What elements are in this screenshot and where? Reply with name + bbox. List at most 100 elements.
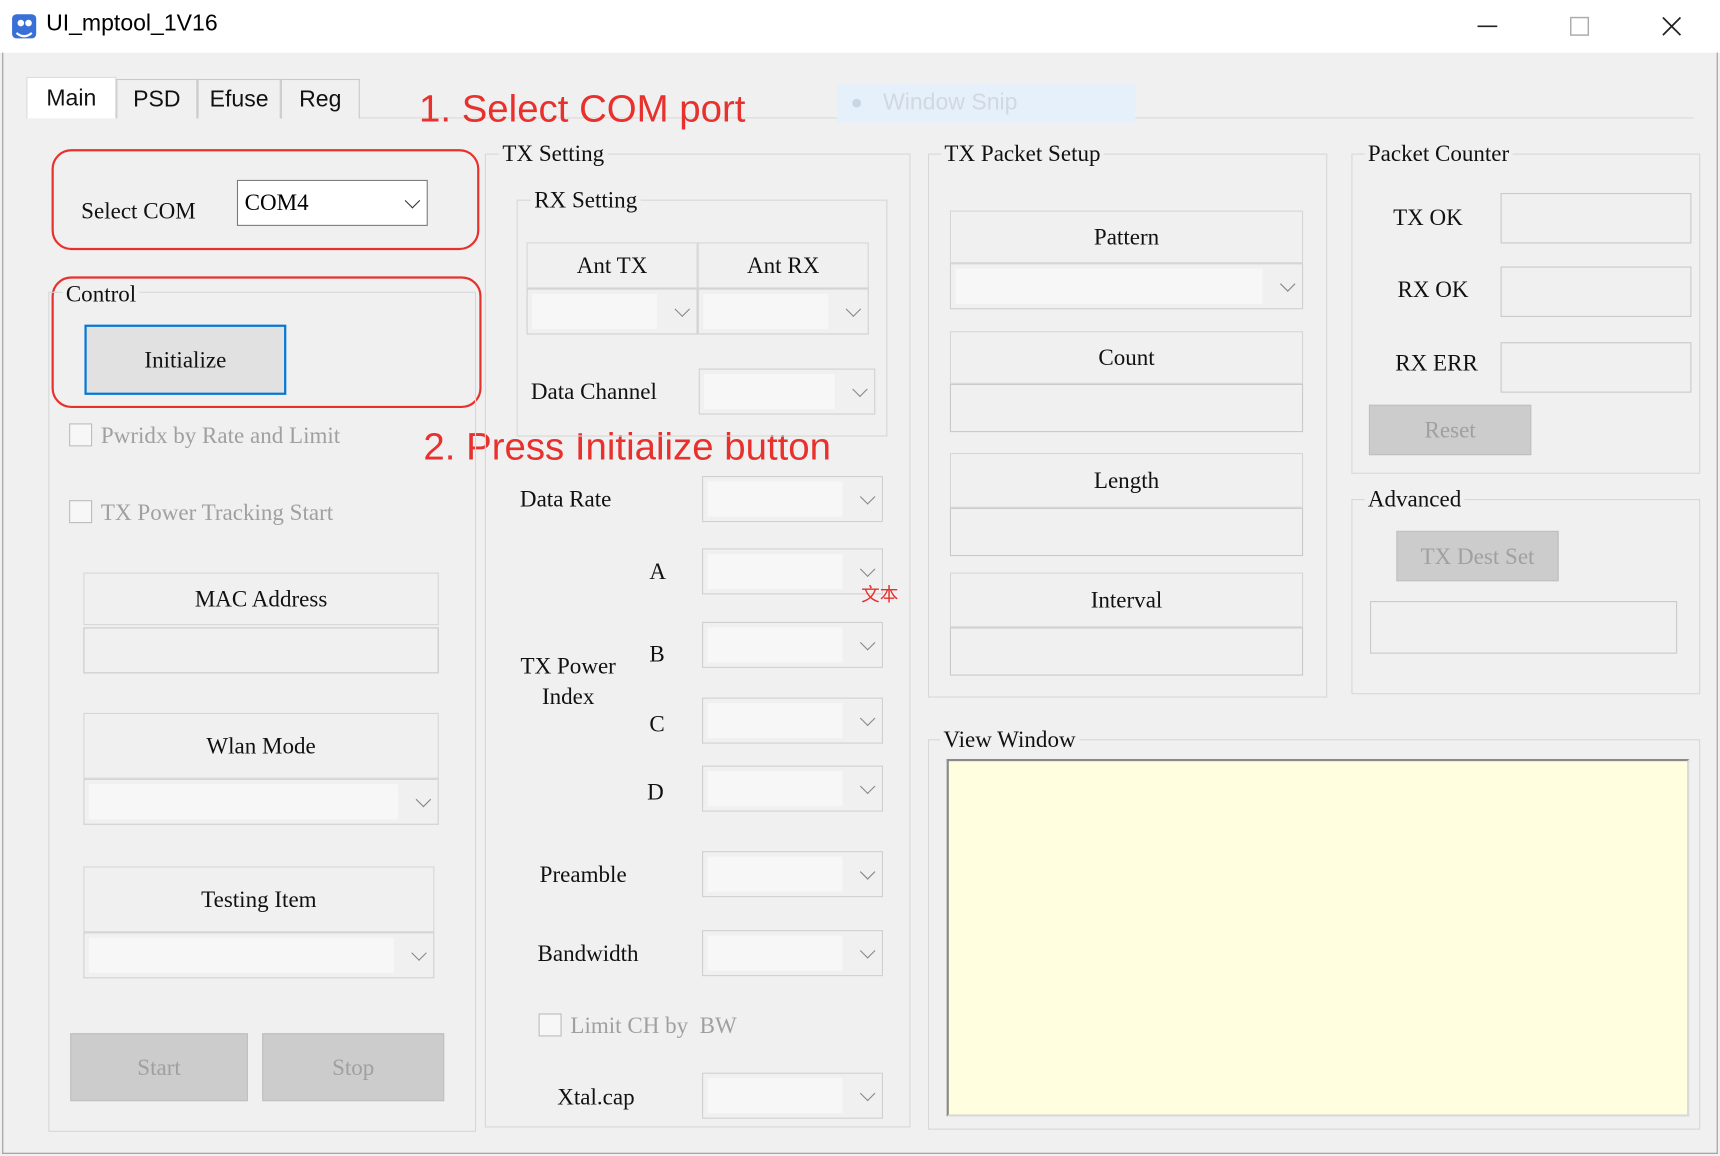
chevron-down-icon bbox=[674, 301, 691, 318]
advanced-legend: Advanced bbox=[1364, 485, 1465, 513]
chevron-down-icon bbox=[845, 301, 862, 318]
ant-tx-header: Ant TX bbox=[526, 242, 698, 289]
tab-psd[interactable]: PSD bbox=[116, 78, 198, 119]
data-channel-select[interactable] bbox=[698, 368, 876, 415]
select-com-label: Select COM bbox=[81, 197, 196, 224]
data-rate-label: Data Rate bbox=[519, 485, 612, 513]
preamble-label: Preamble bbox=[539, 860, 627, 888]
tab-main[interactable]: Main bbox=[26, 76, 117, 119]
power-a-select[interactable] bbox=[702, 548, 884, 595]
ant-tx-select[interactable] bbox=[526, 288, 698, 335]
minimize-button[interactable] bbox=[1441, 0, 1533, 53]
chevron-down-icon bbox=[859, 943, 876, 959]
pattern-header: Pattern bbox=[949, 210, 1304, 264]
control-group bbox=[48, 291, 477, 1132]
wlan-mode-header: Wlan Mode bbox=[83, 712, 439, 779]
chevron-down-icon bbox=[852, 381, 868, 398]
ant-rx-select[interactable] bbox=[697, 288, 869, 335]
chevron-down-icon bbox=[859, 1085, 876, 1102]
app-window: UI_mptool_1V16 Main PSD Efuse Reg Window… bbox=[0, 0, 1720, 1156]
chevron-down-icon bbox=[1280, 276, 1296, 292]
interval-field[interactable] bbox=[949, 627, 1304, 676]
close-icon bbox=[1662, 16, 1682, 36]
com-port-select[interactable]: COM4 bbox=[236, 179, 428, 226]
chevron-down-icon bbox=[859, 864, 876, 880]
control-legend: Control bbox=[62, 280, 140, 308]
pwridx-checkbox[interactable] bbox=[69, 423, 93, 447]
power-c-select[interactable] bbox=[702, 697, 884, 744]
power-a-label: A bbox=[649, 558, 667, 585]
interval-header: Interval bbox=[949, 572, 1304, 628]
data-rate-select[interactable] bbox=[702, 476, 884, 523]
chevron-down-icon bbox=[859, 710, 876, 727]
stop-button[interactable]: Stop bbox=[262, 1033, 445, 1102]
rx-setting-legend: RX Setting bbox=[530, 186, 641, 213]
packet-counter-legend: Packet Counter bbox=[1364, 140, 1513, 167]
chevron-down-icon bbox=[859, 561, 876, 577]
count-field[interactable] bbox=[949, 383, 1304, 433]
annotation-step1: 1. Select COM port bbox=[419, 87, 746, 131]
count-header: Count bbox=[949, 331, 1304, 384]
xtal-cap-label: Xtal.cap bbox=[557, 1083, 635, 1110]
power-b-label: B bbox=[649, 640, 665, 667]
reset-button[interactable]: Reset bbox=[1368, 404, 1532, 456]
limit-ch-by-bw-label: Limit CH by BW bbox=[570, 1012, 737, 1039]
mac-address-header: MAC Address bbox=[83, 572, 439, 626]
rx-ok-field[interactable] bbox=[1500, 266, 1692, 317]
initialize-button[interactable]: Initialize bbox=[84, 324, 287, 395]
chevron-down-icon bbox=[404, 192, 421, 209]
tx-ok-field[interactable] bbox=[1500, 193, 1692, 244]
chevron-down-icon bbox=[859, 489, 876, 505]
rx-err-field[interactable] bbox=[1500, 342, 1692, 393]
view-window-legend: View Window bbox=[940, 726, 1079, 753]
chevron-down-icon bbox=[411, 945, 427, 961]
wlan-mode-select[interactable] bbox=[83, 778, 439, 825]
tab-reg[interactable]: Reg bbox=[280, 78, 360, 119]
power-d-select[interactable] bbox=[702, 765, 884, 812]
length-field[interactable] bbox=[949, 507, 1304, 557]
rx-ok-label: RX OK bbox=[1397, 276, 1469, 303]
pwridx-label: Pwridx by Rate and Limit bbox=[100, 422, 341, 449]
testing-item-select[interactable] bbox=[83, 932, 435, 979]
tx-power-index-label: TX Power Index bbox=[520, 652, 616, 710]
minimize-icon bbox=[1477, 25, 1498, 28]
annotation-small-text: 文本 bbox=[861, 584, 899, 607]
bandwidth-select[interactable] bbox=[702, 930, 884, 977]
app-icon bbox=[12, 14, 37, 39]
bandwidth-label: Bandwidth bbox=[537, 939, 639, 967]
length-header: Length bbox=[949, 452, 1304, 508]
chevron-down-icon bbox=[859, 634, 876, 651]
maximize-button[interactable] bbox=[1533, 0, 1625, 53]
start-button[interactable]: Start bbox=[70, 1033, 248, 1102]
tx-ok-label: TX OK bbox=[1393, 204, 1463, 231]
view-window-textarea[interactable] bbox=[946, 758, 1690, 1117]
tx-dest-set-button[interactable]: TX Dest Set bbox=[1396, 530, 1559, 582]
window-snip-overlay[interactable]: Window Snip bbox=[836, 83, 1136, 123]
xtal-cap-select[interactable] bbox=[702, 1072, 884, 1119]
power-c-label: C bbox=[649, 710, 665, 738]
mac-address-field[interactable] bbox=[83, 627, 439, 674]
tx-setting-legend: TX Setting bbox=[499, 140, 608, 167]
tx-packet-setup-legend: TX Packet Setup bbox=[941, 140, 1104, 167]
tab-efuse[interactable]: Efuse bbox=[197, 78, 281, 119]
pattern-select[interactable] bbox=[949, 263, 1304, 310]
limit-ch-by-bw-checkbox[interactable] bbox=[538, 1013, 562, 1037]
window-title: UI_mptool_1V16 bbox=[46, 10, 218, 37]
power-d-label: D bbox=[647, 778, 664, 806]
advanced-group bbox=[1351, 499, 1701, 695]
tx-power-tracking-label: TX Power Tracking Start bbox=[100, 499, 334, 526]
record-dot-icon bbox=[852, 98, 862, 108]
tx-dest-field[interactable] bbox=[1370, 601, 1678, 654]
com-port-value: COM4 bbox=[244, 189, 309, 216]
chevron-down-icon bbox=[415, 791, 432, 808]
window-snip-label: Window Snip bbox=[883, 89, 1018, 116]
testing-item-header: Testing Item bbox=[83, 866, 435, 933]
chevron-down-icon bbox=[859, 778, 876, 795]
close-button[interactable] bbox=[1626, 0, 1718, 53]
maximize-icon bbox=[1570, 16, 1590, 36]
tx-power-tracking-checkbox[interactable] bbox=[69, 500, 93, 524]
data-channel-label: Data Channel bbox=[530, 378, 657, 405]
preamble-select[interactable] bbox=[702, 851, 884, 898]
ant-rx-header: Ant RX bbox=[697, 242, 869, 289]
power-b-select[interactable] bbox=[702, 621, 884, 668]
